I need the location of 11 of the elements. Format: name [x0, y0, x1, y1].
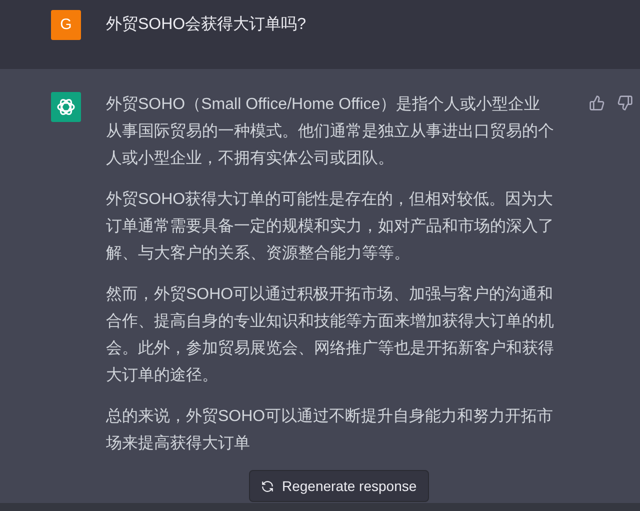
- answer-paragraph: 外贸SOHO（Small Office/Home Office）是指个人或小型企业 从事国际贸易的一种模式。他们通常是独立从事进出口贸易的个 人或小型企业，不拥有实体公司或团队。: [106, 94, 555, 169]
- answer-paragraph: 外贸SOHO获得大订单的可能性是存在的，但相对较低。因为大 订单通常需要具备一定的规模和实力，如对产品和市场的深入了 解、与大客户的关系、资源整合能力等等。: [106, 190, 555, 264]
- refresh-icon: [261, 480, 274, 492]
- user-message: 外贸SOHO会获得大订单吗?: [106, 14, 306, 35]
- answer-paragraph: 总的来说，外贸SOHO可以通过不断提升自身能力和努力开拓市 场来提高获得大订单: [106, 406, 554, 454]
- assistant-logo-icon: [51, 92, 81, 122]
- thumbs-up-icon[interactable]: [589, 95, 605, 111]
- answer-paragraph: 然而，外贸SOHO可以通过积极开拓市场、加强与客户的沟通和 合作、提高自身的专业知识和技能等方面来增加获得大订单的机 会。此外，参加贸易展览会、网络推广等也是开拓新客户和获得 大订单的途径。: [106, 284, 555, 386]
- thumbs-down-icon[interactable]: [617, 95, 633, 111]
- regenerate-button[interactable]: Regenerate response: [249, 470, 429, 502]
- user-avatar: G: [51, 10, 81, 40]
